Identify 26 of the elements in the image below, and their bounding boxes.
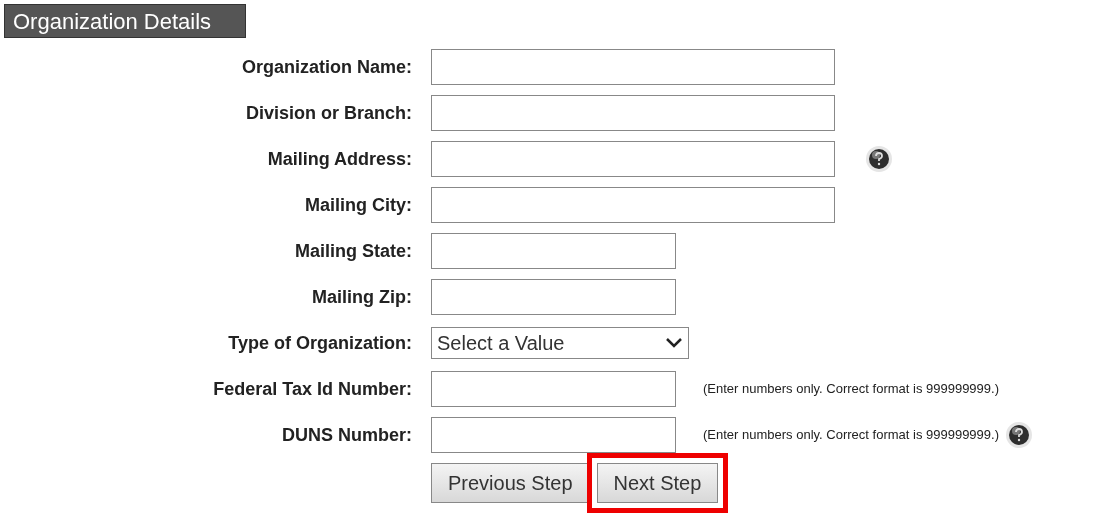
format-hint: (Enter numbers only. Correct format is 999999999.) [703,426,999,445]
format-hint: (Enter numbers only. Correct format is 999999999.) [703,380,999,399]
field-label: Organization Name: [241,56,412,77]
field-label: Federal Tax Id Number: [213,378,412,399]
section-title: Organization Details [4,4,246,38]
text-field[interactable] [431,95,835,131]
help-icon[interactable] [1005,421,1033,449]
text-field[interactable] [431,141,835,177]
field-label: Mailing Address: [267,148,412,169]
text-field[interactable] [431,49,835,85]
field-label: Mailing City: [305,194,412,215]
help-icon[interactable] [865,145,893,173]
text-field[interactable] [431,279,676,315]
field-label: DUNS Number: [282,424,412,445]
field-label: Division or Branch: [245,102,412,123]
chevron-down-icon [665,337,683,349]
step-button[interactable]: Next Step [596,463,719,503]
text-field[interactable] [431,233,676,269]
text-field[interactable] [431,371,676,407]
field-label: Mailing State: [295,240,412,261]
select-dropdown[interactable]: Select a Value [431,327,689,359]
text-field[interactable] [431,187,835,223]
field-label: Type of Organization: [228,332,412,353]
step-button[interactable]: Previous Step [431,463,590,503]
field-label: Mailing Zip: [312,286,412,307]
text-field[interactable] [431,417,676,453]
